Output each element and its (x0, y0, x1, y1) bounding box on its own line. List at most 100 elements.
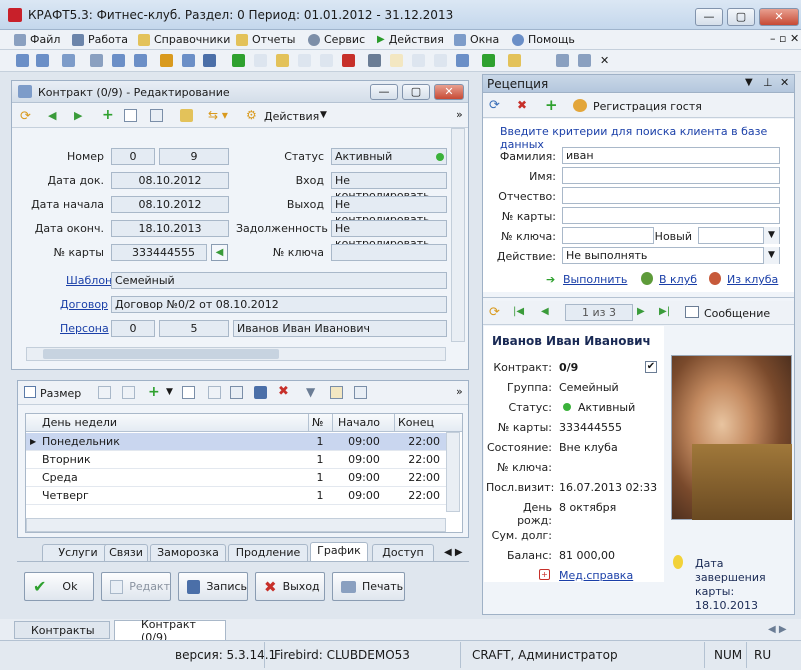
menu-reports[interactable]: Отчеты (236, 33, 295, 46)
start-date-field[interactable]: 08.10.2012 (111, 196, 229, 213)
save-button[interactable]: Запись (178, 572, 248, 601)
chevron-down-icon[interactable]: ▼ (166, 387, 173, 397)
contract-close[interactable]: ✕ (434, 84, 464, 100)
tab-scroll-arrows[interactable]: ◀ ▶ (444, 547, 463, 558)
menu-actions[interactable]: ▶ Действия (377, 33, 444, 46)
card-search-input[interactable] (562, 207, 780, 224)
delete-icon[interactable]: ✖ (278, 384, 289, 399)
grid-icon[interactable] (98, 386, 111, 399)
table-row[interactable]: Среда 1 09:00 22:00 (26, 469, 446, 487)
close-icon[interactable]: ✕ (780, 76, 789, 89)
save-icon[interactable] (203, 54, 216, 67)
edit-button[interactable]: Редакт (101, 572, 171, 601)
save-icon[interactable] (254, 386, 267, 399)
status-field[interactable]: Активный (331, 148, 447, 165)
contract-vscroll[interactable] (451, 128, 465, 342)
cursor-icon[interactable] (90, 54, 103, 67)
menu-controls[interactable]: – ▫ ✕ (770, 32, 799, 45)
print-icon[interactable] (556, 54, 569, 67)
refresh-icon[interactable]: ⟳ (489, 98, 500, 113)
debt-field[interactable]: Не контролировать (331, 220, 447, 250)
contract-maximize[interactable]: ▢ (402, 84, 430, 100)
edit-icon[interactable] (320, 54, 333, 67)
add-row-icon[interactable]: + (148, 384, 160, 400)
contract-hscroll[interactable] (26, 347, 446, 361)
folder-icon[interactable] (180, 109, 193, 122)
grid-alt-icon[interactable] (122, 386, 135, 399)
pin-icon[interactable]: ⊥ (763, 76, 773, 89)
copy-icon[interactable] (124, 109, 137, 122)
template-field[interactable]: Семейный (111, 272, 447, 289)
list-icon[interactable] (354, 386, 367, 399)
ok-button[interactable]: ✔ Ok (24, 572, 94, 601)
person-link[interactable]: Персона (60, 322, 109, 335)
check-icon[interactable] (482, 54, 495, 67)
menu-work[interactable]: Работа (72, 33, 128, 46)
prev-icon[interactable]: ◀ (541, 306, 549, 317)
grid-icon[interactable] (112, 54, 125, 67)
chevron-down-icon[interactable]: ▼ (763, 227, 779, 244)
menu-file[interactable]: Файл (14, 33, 60, 46)
reception-menu-icon[interactable]: ▼ (745, 77, 753, 88)
tab-3[interactable]: Продление (228, 544, 308, 561)
view-icon[interactable] (578, 54, 591, 67)
prev-icon[interactable]: ◀ (48, 109, 56, 122)
from-club-link[interactable]: Из клуба (727, 273, 778, 286)
to-club-link[interactable]: В клуб (659, 273, 697, 286)
search-icon[interactable] (16, 54, 29, 67)
maximize-button[interactable]: ▢ (727, 8, 755, 26)
add-icon[interactable]: + (102, 107, 114, 123)
guest-registration-button[interactable]: Регистрация гостя (593, 100, 702, 113)
add-icon[interactable] (232, 54, 245, 67)
edit-icon[interactable] (150, 109, 163, 122)
menu-windows[interactable]: Окна (454, 33, 499, 46)
chevron-down-icon[interactable]: ▼ (320, 110, 327, 120)
add-icon[interactable]: + (545, 96, 558, 114)
column-end[interactable]: Конец (398, 416, 434, 429)
next-icon[interactable]: ▶ (637, 306, 645, 317)
first-icon[interactable]: |◀ (513, 306, 524, 317)
close-icon[interactable]: ✕ (600, 54, 613, 67)
tab-1[interactable]: Связи (104, 544, 148, 561)
exit-button[interactable]: ✖ Выход (255, 572, 325, 601)
person-field-a[interactable]: 0 (111, 320, 155, 337)
column-day[interactable]: День недели (42, 416, 117, 429)
exit-field[interactable]: Не контролировать (331, 196, 447, 226)
overflow-icon[interactable]: » (456, 385, 463, 398)
tab-2[interactable]: Заморозка (150, 544, 226, 561)
column-start[interactable]: Начало (338, 416, 380, 429)
columns-icon[interactable] (390, 54, 403, 67)
table-row[interactable]: Вторник 1 09:00 22:00 (26, 451, 446, 469)
folder-open-icon[interactable] (508, 54, 521, 67)
table-row[interactable]: Понедельник 1 09:00 22:00 ▶ (26, 433, 446, 451)
tab-4[interactable]: График (310, 542, 368, 561)
close-button[interactable]: ✕ (759, 8, 799, 26)
menu-help[interactable]: Помощь (512, 33, 575, 46)
size-button[interactable]: Размер (40, 387, 81, 400)
menu-service[interactable]: Сервис (308, 33, 365, 46)
folder-icon[interactable] (276, 54, 289, 67)
import-icon[interactable] (456, 54, 469, 67)
patronymic-input[interactable] (562, 187, 780, 204)
key-search-input[interactable] (562, 227, 654, 244)
card-lookup-button[interactable]: ◀ (211, 244, 228, 261)
chevron-down-icon[interactable]: ▼ (763, 247, 779, 264)
doc-tab-contract[interactable]: Контракт (0/9) (114, 618, 226, 644)
list-icon[interactable] (412, 54, 425, 67)
last-icon[interactable]: ▶| (659, 306, 670, 317)
refresh-icon[interactable]: ⟳ (489, 305, 500, 320)
delete-icon[interactable] (342, 54, 355, 67)
actions-dropdown[interactable]: Действия (264, 110, 319, 123)
copy-icon[interactable] (254, 54, 267, 67)
table-row[interactable]: Четверг 1 09:00 22:00 (26, 487, 446, 505)
number-field-a[interactable]: 0 (111, 148, 155, 165)
execute-link[interactable]: Выполнить (563, 273, 627, 286)
delete-icon[interactable]: ✖ (517, 98, 527, 112)
person-name-field[interactable]: Иванов Иван Иванович (233, 320, 447, 337)
contract-hscroll-thumb[interactable] (43, 349, 279, 359)
card-field[interactable]: 333444555 (111, 244, 207, 261)
search-icon[interactable] (208, 386, 221, 399)
calendar-icon[interactable] (434, 54, 447, 67)
filter-icon[interactable] (368, 54, 381, 67)
grid-vscroll[interactable] (446, 432, 460, 512)
